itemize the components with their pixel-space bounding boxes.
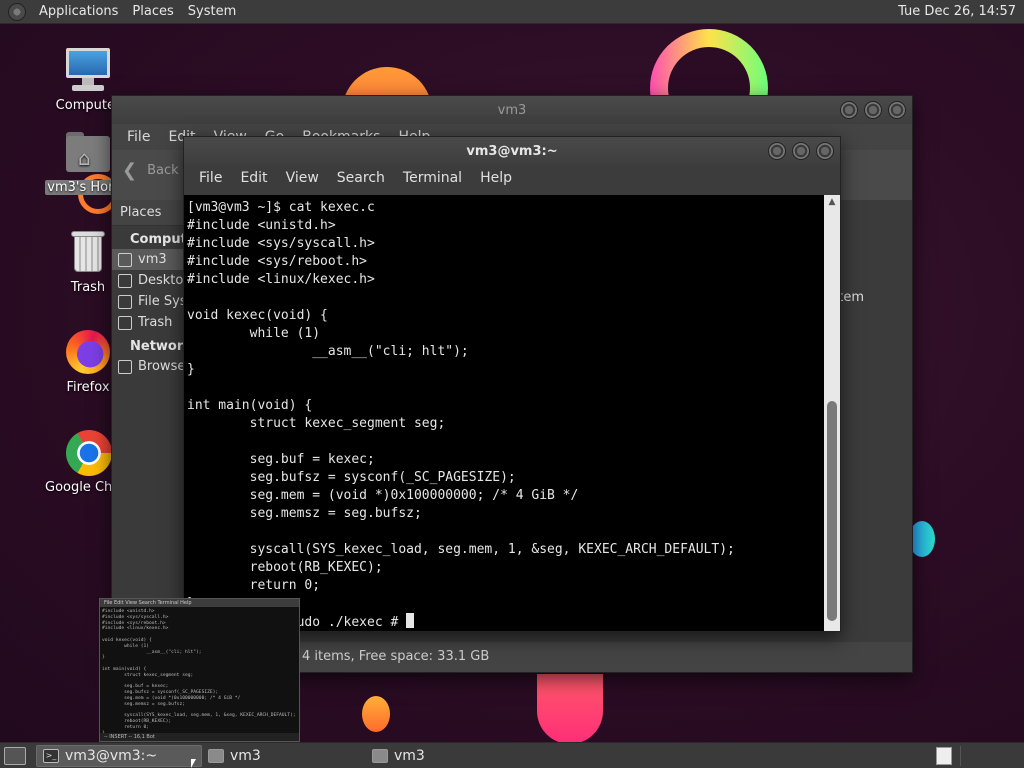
taskbar-item-label: vm3@vm3:~ xyxy=(65,747,158,764)
sidebar-item-desktop[interactable]: Desktop xyxy=(112,270,186,291)
window-preview-thumbnail: File Edit View Search Terminal Help #inc… xyxy=(99,598,300,742)
preview-text: #include <unistd.h> #include <sys/syscal… xyxy=(102,609,296,736)
terminal-window[interactable]: vm3@vm3:~ File Edit View Search Terminal… xyxy=(183,136,841,632)
wallpaper-shape xyxy=(537,674,603,742)
window-title: vm3@vm3:~ xyxy=(466,143,558,159)
sidebar-header[interactable]: Places xyxy=(112,200,186,226)
sidebar-section-computer: Computer xyxy=(130,232,203,247)
menu-help[interactable]: Help xyxy=(471,170,521,186)
desktop-icon-label: Firefox xyxy=(66,380,110,395)
preview-menubar: File Edit View Search Terminal Help xyxy=(100,599,299,607)
show-desktop-button[interactable] xyxy=(4,746,26,765)
menu-file[interactable]: File xyxy=(118,129,159,145)
window-titlebar[interactable]: vm3@vm3:~ xyxy=(184,137,840,165)
window-title: vm3 xyxy=(497,102,527,118)
mouse-pointer-icon xyxy=(191,759,196,768)
terminal-cursor xyxy=(406,613,415,628)
desktop-icon xyxy=(118,274,132,288)
terminal-scrollbar[interactable]: ▲ xyxy=(824,195,840,631)
sidebar-item-label: File System xyxy=(138,294,186,309)
network-icon xyxy=(118,360,132,374)
home-icon xyxy=(118,253,132,267)
drive-icon xyxy=(118,295,132,309)
taskbar-item-folder[interactable]: vm3 xyxy=(366,745,530,767)
folder-icon xyxy=(208,748,224,763)
back-arrow-icon[interactable]: ❮ xyxy=(122,160,137,181)
folder-icon xyxy=(372,748,388,763)
panel-clock[interactable]: Tue Dec 26, 14:57 xyxy=(898,4,1024,19)
menubar: File Edit View Search Terminal Help xyxy=(184,165,840,191)
preview-status: -- INSERT -- 16,1 Bot xyxy=(100,733,299,741)
menu-applications[interactable]: Applications xyxy=(32,0,125,24)
back-button[interactable]: Back xyxy=(147,163,179,178)
sidebar-item-label: Browse Network xyxy=(138,359,186,374)
maximize-button[interactable] xyxy=(792,142,810,160)
sidebar-section-network: Network xyxy=(130,339,192,354)
terminal-text: [vm3@vm3 ~]$ cat kexec.c #include <unist… xyxy=(187,200,735,630)
chrome-icon xyxy=(64,428,112,476)
home-folder-icon: ⌂ xyxy=(64,128,112,176)
workspace-switcher-area[interactable] xyxy=(960,745,1020,766)
scroll-up-icon[interactable]: ▲ xyxy=(824,195,840,209)
sidebar-item-browse-network[interactable]: Browse Network xyxy=(112,356,186,377)
sidebar-item-home[interactable]: vm3 xyxy=(112,249,186,270)
top-panel: Applications Places System Tue Dec 26, 1… xyxy=(0,0,1024,24)
close-button[interactable] xyxy=(888,101,906,119)
menu-edit[interactable]: Edit xyxy=(231,170,276,186)
menu-search[interactable]: Search xyxy=(328,170,394,186)
firefox-icon xyxy=(64,328,112,376)
sidebar-item-label: Trash xyxy=(138,315,173,330)
wallpaper-shape xyxy=(362,696,390,732)
taskbar-item-folder[interactable]: vm3 xyxy=(202,745,366,767)
minimize-button[interactable] xyxy=(768,142,786,160)
desktop-icon-label: Trash xyxy=(70,280,106,295)
terminal-output[interactable]: [vm3@vm3 ~]$ cat kexec.c #include <unist… xyxy=(184,195,826,631)
sidebar-item-label: Desktop xyxy=(138,273,186,288)
scrollbar-thumb[interactable] xyxy=(827,401,837,621)
close-button[interactable] xyxy=(816,142,834,160)
taskbar-item-label: vm3 xyxy=(394,747,425,764)
menu-view[interactable]: View xyxy=(277,170,328,186)
sidebar-item-trash[interactable]: Trash xyxy=(112,312,186,333)
bottom-panel: >_ vm3@vm3:~ vm3 vm3 xyxy=(0,742,1024,768)
minimize-button[interactable] xyxy=(840,101,858,119)
sidebar-item-filesystem[interactable]: File System xyxy=(112,291,186,312)
menu-terminal[interactable]: Terminal xyxy=(394,170,471,186)
taskbar-item-label: vm3 xyxy=(230,747,261,764)
places-sidebar: Places Computer vm3 Desktop File System … xyxy=(112,200,203,642)
trash-icon xyxy=(64,228,112,276)
main-menu-icon[interactable] xyxy=(8,2,26,21)
workspace-switcher[interactable] xyxy=(936,746,952,765)
trash-icon xyxy=(118,316,132,330)
window-titlebar[interactable]: vm3 xyxy=(112,96,912,124)
sidebar-item-label: vm3 xyxy=(138,252,167,267)
maximize-button[interactable] xyxy=(864,101,882,119)
terminal-icon: >_ xyxy=(43,748,59,763)
taskbar-item-terminal[interactable]: >_ vm3@vm3:~ xyxy=(36,744,202,767)
menu-places[interactable]: Places xyxy=(125,0,180,24)
menu-system[interactable]: System xyxy=(181,0,243,24)
computer-icon xyxy=(64,46,112,94)
menu-file[interactable]: File xyxy=(190,170,231,186)
